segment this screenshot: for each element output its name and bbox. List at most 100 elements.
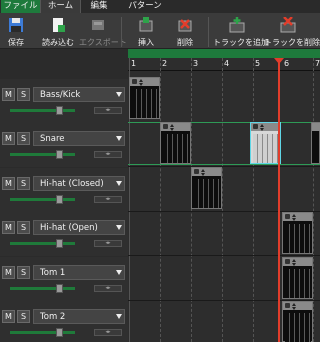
- pan-slider[interactable]: ◂▸: [94, 329, 122, 336]
- lock-icon: [194, 169, 199, 174]
- export-button[interactable]: エクスポート: [79, 15, 127, 48]
- lock-icon: [285, 303, 290, 308]
- volume-slider-track[interactable]: [10, 287, 75, 290]
- solo-button[interactable]: S: [17, 310, 30, 323]
- ribbon-toolbar: 保存 読み込む エクスポート 挿入 削除 トラックを追加 トラックを削除: [0, 13, 320, 49]
- pan-slider[interactable]: ◂▸: [94, 285, 122, 292]
- pattern-block-header: [312, 123, 320, 131]
- solo-button[interactable]: S: [17, 177, 30, 190]
- delete-button[interactable]: 削除: [172, 15, 198, 48]
- down-arrow-icon: [292, 307, 296, 310]
- up-arrow-icon: [139, 79, 143, 82]
- tab-file[interactable]: ファイル: [1, 0, 40, 13]
- mute-button[interactable]: M: [2, 177, 15, 190]
- pattern-block[interactable]: [311, 122, 320, 164]
- pattern-steps: [163, 134, 189, 163]
- tab-pattern[interactable]: パターン: [125, 0, 165, 13]
- up-arrow-icon: [292, 214, 296, 217]
- track-name: Tom 2: [40, 312, 66, 322]
- mute-button[interactable]: M: [2, 221, 15, 234]
- volume-slider-thumb[interactable]: [56, 106, 63, 115]
- up-arrow-icon: [292, 259, 296, 262]
- pattern-block[interactable]: [282, 257, 313, 299]
- row-separator: [128, 166, 320, 167]
- pattern-block[interactable]: [191, 167, 222, 209]
- selected-row-highlight: [128, 122, 320, 165]
- pattern-grid[interactable]: 1 2 3 4 5 6 7: [128, 49, 320, 342]
- pattern-block-selected[interactable]: [250, 122, 281, 164]
- dropdown-arrow-icon: [116, 314, 122, 319]
- playhead-marker-icon[interactable]: [274, 58, 284, 64]
- down-arrow-icon: [292, 218, 296, 221]
- pan-slider[interactable]: ◂▸: [94, 196, 122, 203]
- lock-icon: [163, 124, 168, 129]
- ribbon-separator: [208, 17, 209, 47]
- volume-slider-track[interactable]: [10, 109, 75, 112]
- seek-bar[interactable]: [128, 49, 320, 58]
- pattern-steps: [194, 179, 220, 208]
- track-name: Hi-hat (Closed): [40, 179, 104, 189]
- solo-button[interactable]: S: [17, 221, 30, 234]
- lock-icon: [253, 124, 258, 129]
- track-name-select[interactable]: Hi-hat (Closed): [33, 176, 125, 191]
- down-arrow-icon: [170, 128, 174, 131]
- ribbon-separator: [121, 17, 122, 47]
- row-separator: [128, 255, 320, 256]
- track-name-select[interactable]: Tom 1: [33, 265, 125, 280]
- mute-button[interactable]: M: [2, 132, 15, 145]
- volume-slider-track[interactable]: [10, 242, 75, 245]
- pattern-block[interactable]: [282, 301, 313, 342]
- track-name-select[interactable]: Snare: [33, 131, 125, 146]
- pan-slider[interactable]: ◂▸: [94, 107, 122, 114]
- delete-track-button[interactable]: トラックを削除: [264, 15, 320, 48]
- pattern-block[interactable]: [160, 122, 191, 164]
- volume-slider-thumb[interactable]: [56, 195, 63, 204]
- track-name-select[interactable]: Bass/Kick: [33, 87, 125, 102]
- tab-edit[interactable]: 編集: [86, 0, 112, 13]
- volume-slider-track[interactable]: [10, 198, 75, 201]
- mute-button[interactable]: M: [2, 88, 15, 101]
- solo-button[interactable]: S: [17, 132, 30, 145]
- track-row: M S Tom 1 ◂▸: [0, 257, 128, 301]
- insert-icon: [139, 17, 153, 32]
- lock-icon: [132, 79, 137, 84]
- insert-button[interactable]: 挿入: [133, 15, 159, 48]
- track-name-select[interactable]: Tom 2: [33, 309, 125, 324]
- tab-home[interactable]: ホーム: [40, 0, 81, 13]
- volume-slider-thumb[interactable]: [56, 150, 63, 159]
- volume-slider-track[interactable]: [10, 153, 75, 156]
- solo-button[interactable]: S: [17, 88, 30, 101]
- mute-button[interactable]: M: [2, 310, 15, 323]
- load-button[interactable]: 読み込む: [40, 15, 76, 48]
- volume-slider-thumb[interactable]: [56, 328, 63, 337]
- volume-slider-track[interactable]: [10, 331, 75, 334]
- volume-slider-thumb[interactable]: [56, 239, 63, 248]
- pattern-block-header: [192, 168, 221, 176]
- open-file-icon: [53, 18, 65, 32]
- add-track-button[interactable]: トラックを追加: [213, 15, 269, 48]
- solo-button[interactable]: S: [17, 266, 30, 279]
- up-arrow-icon: [201, 169, 205, 172]
- mute-button[interactable]: M: [2, 266, 15, 279]
- playhead[interactable]: [278, 58, 280, 342]
- pan-slider[interactable]: ◂▸: [94, 151, 122, 158]
- dropdown-arrow-icon: [116, 225, 122, 230]
- bar-number: 3: [193, 59, 199, 68]
- save-button[interactable]: 保存: [3, 15, 29, 48]
- bar-number: 6: [284, 59, 290, 68]
- pattern-block[interactable]: [282, 212, 313, 254]
- dropdown-arrow-icon: [116, 92, 122, 97]
- pan-slider[interactable]: ◂▸: [94, 240, 122, 247]
- bar-number: 7: [315, 59, 320, 68]
- track-name: Bass/Kick: [40, 90, 81, 100]
- dropdown-arrow-icon: [116, 136, 122, 141]
- pattern-block[interactable]: [129, 77, 160, 119]
- track-name: Tom 1: [40, 268, 66, 278]
- bar-number: 5: [255, 59, 261, 68]
- track-row: M S Hi-hat (Closed) ◂▸: [0, 168, 128, 212]
- pattern-steps: [285, 224, 311, 253]
- pattern-steps: [132, 89, 158, 118]
- down-arrow-icon: [260, 128, 264, 131]
- volume-slider-thumb[interactable]: [56, 284, 63, 293]
- track-name-select[interactable]: Hi-hat (Open): [33, 220, 125, 235]
